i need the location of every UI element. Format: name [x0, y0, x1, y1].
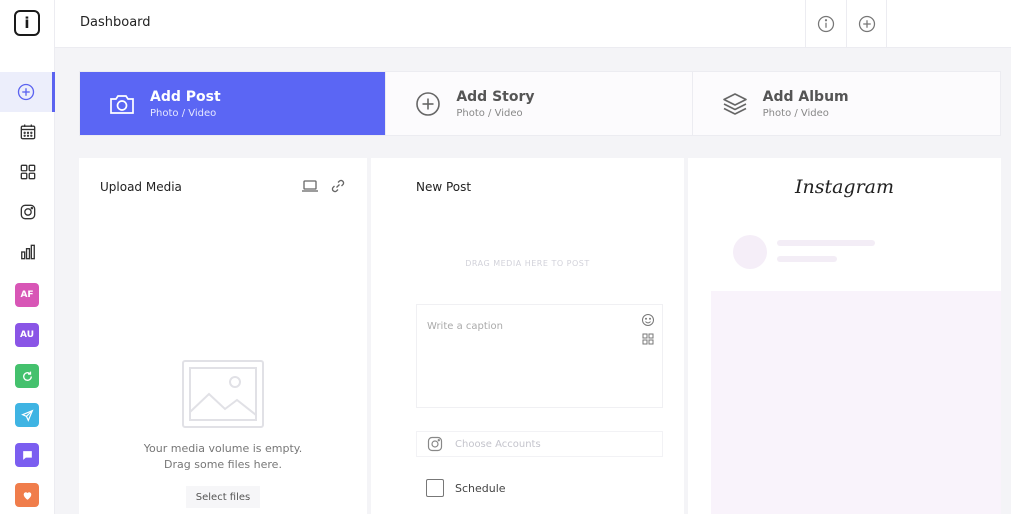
laptop-upload-button[interactable] — [301, 178, 319, 194]
image-placeholder-icon — [182, 360, 264, 428]
app-badge-heart[interactable] — [15, 483, 39, 507]
empty-media-hint: Drag some files here. — [164, 458, 282, 471]
sidebar-item-calendar[interactable] — [0, 112, 55, 152]
preview-avatar — [733, 235, 767, 269]
upload-media-panel: Upload Media Your media volume is empty.… — [79, 158, 367, 514]
tab-title: Add Story — [456, 89, 535, 105]
upload-actions — [301, 178, 347, 194]
info-button[interactable] — [805, 0, 846, 48]
page-title: Dashboard — [80, 15, 151, 30]
app-badge-af[interactable]: AF — [15, 283, 39, 307]
upload-media-title: Upload Media — [100, 180, 182, 194]
laptop-icon — [302, 180, 318, 192]
emoji-button[interactable] — [641, 312, 655, 326]
sidebar-item-stats[interactable] — [0, 232, 55, 272]
camera-icon — [110, 95, 134, 114]
app-logo[interactable]: i — [14, 10, 40, 36]
preview-location-skeleton — [777, 256, 837, 262]
grid-icon — [642, 333, 654, 345]
grid-icon — [20, 164, 35, 180]
preview-username-skeleton — [777, 240, 875, 246]
plus-circle-icon — [416, 92, 441, 116]
app-badge-chat[interactable] — [15, 443, 39, 467]
caption-input[interactable] — [427, 317, 627, 335]
tab-title: Add Album — [762, 89, 849, 105]
link-icon — [331, 179, 345, 193]
hashtag-group-button[interactable] — [641, 331, 655, 345]
drag-drop-zone[interactable]: DRAG MEDIA HERE TO POST — [371, 259, 684, 268]
schedule-row[interactable]: Schedule — [426, 479, 506, 497]
add-button[interactable] — [846, 0, 887, 48]
instagram-preview-panel: Instagram — [688, 158, 1001, 514]
instagram-wordmark: Instagram — [794, 176, 895, 198]
tab-add-post[interactable]: Add Post Photo / Video — [80, 72, 387, 135]
tab-title: Add Post — [150, 89, 221, 105]
new-post-panel: New Post DRAG MEDIA HERE TO POST Choose … — [371, 158, 684, 514]
sidebar-item-create[interactable] — [0, 72, 55, 112]
schedule-label: Schedule — [455, 481, 506, 495]
tab-add-album[interactable]: Add Album Photo / Video — [692, 72, 1000, 135]
logo-glyph: i — [24, 13, 30, 32]
heart-icon — [23, 491, 31, 500]
send-icon — [20, 409, 33, 422]
plus-circle-icon — [858, 15, 875, 33]
empty-media-message: Your media volume is empty. — [143, 442, 303, 455]
chat-icon — [22, 450, 32, 460]
new-post-title: New Post — [416, 180, 472, 194]
sidebar: i AF AU — [0, 0, 55, 514]
app-badge-send[interactable] — [15, 403, 39, 427]
app-badge-au[interactable]: AU — [15, 323, 39, 347]
tab-add-story[interactable]: Add Story Photo / Video — [386, 72, 693, 135]
sidebar-item-instagram[interactable] — [0, 192, 55, 232]
instagram-icon — [427, 436, 443, 452]
app-badge-refresh[interactable] — [15, 364, 39, 388]
info-circle-icon — [817, 15, 835, 33]
caption-box — [416, 304, 663, 408]
app-badge-label: AF — [20, 290, 34, 300]
bar-chart-icon — [20, 244, 35, 260]
preview-media-skeleton — [711, 291, 1001, 514]
link-upload-button[interactable] — [329, 178, 347, 194]
plus-circle-icon — [17, 83, 35, 101]
emoji-icon — [642, 314, 654, 326]
layers-icon — [722, 93, 747, 115]
post-type-tabs: Add Post Photo / Video Add Story Photo /… — [79, 71, 1001, 136]
choose-accounts-placeholder: Choose Accounts — [455, 438, 541, 450]
instagram-icon — [20, 204, 35, 220]
tab-subtitle: Photo / Video — [456, 108, 523, 119]
calendar-icon — [20, 124, 35, 140]
schedule-checkbox[interactable] — [426, 479, 444, 497]
sidebar-item-grid[interactable] — [0, 152, 55, 192]
tab-subtitle: Photo / Video — [150, 108, 217, 119]
tab-subtitle: Photo / Video — [762, 108, 829, 119]
choose-accounts-select[interactable]: Choose Accounts — [416, 431, 663, 457]
refresh-icon — [22, 371, 32, 381]
top-header: Dashboard — [55, 0, 1011, 48]
caption-tools — [641, 312, 655, 345]
app-badge-label: AU — [20, 330, 34, 340]
select-files-button[interactable]: Select files — [186, 486, 260, 508]
